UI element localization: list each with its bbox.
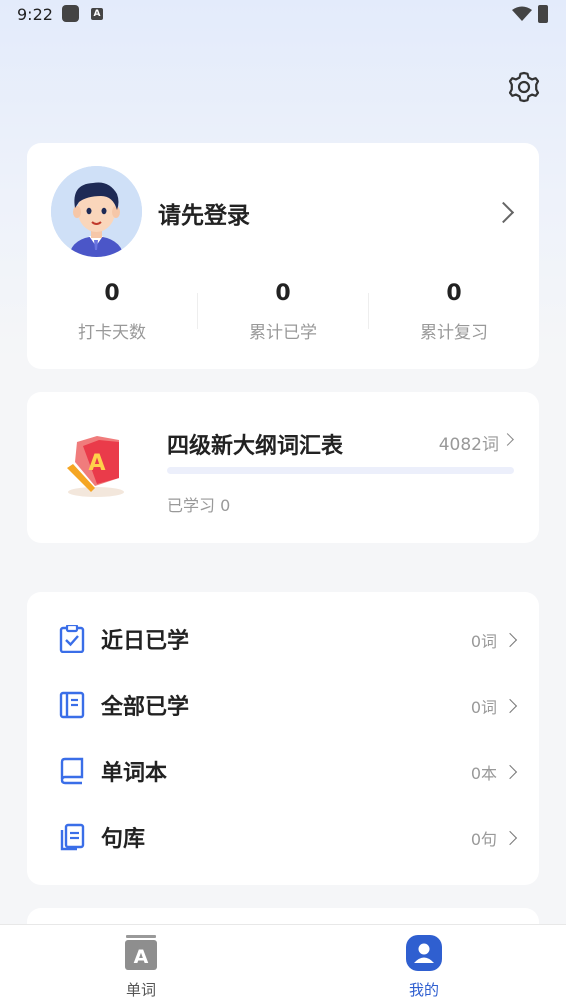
stat-total-review: 0 累计复习 <box>394 281 514 343</box>
stat-label: 累计复习 <box>420 323 488 343</box>
wordbook-title: 四级新大纲词汇表 <box>167 434 344 459</box>
chevron-right-icon[interactable] <box>492 201 515 224</box>
wordbook-word-count: 4082词 <box>438 435 499 455</box>
stat-value: 0 <box>104 281 120 306</box>
letter-a-card-icon: A <box>125 935 157 970</box>
chevron-right-icon <box>502 698 518 714</box>
user-icon <box>406 935 442 971</box>
stat-value: 0 <box>275 281 291 306</box>
wordbook-learned-count: 已学习 0 <box>167 496 231 515</box>
document-stack-icon <box>60 823 85 851</box>
divider <box>197 293 198 329</box>
stat-label: 累计已学 <box>249 323 317 343</box>
red-book-icon: A <box>67 436 124 497</box>
menu-card: 近日已学 0词 全部已学 0词 单词本 0本 句库 0句 <box>27 592 539 885</box>
svg-text:A: A <box>88 451 105 476</box>
settings-gear-icon[interactable] <box>507 70 541 104</box>
menu-item-count: 0词 <box>470 698 497 717</box>
menu-item-label: 近日已学 <box>101 629 190 654</box>
tab-mine[interactable]: 我的 <box>364 925 484 1007</box>
menu-item-count: 0本 <box>470 764 497 783</box>
menu-item-wordbook[interactable]: 单词本 0本 <box>27 739 539 805</box>
tab-label: 单词 <box>125 981 156 999</box>
avatar[interactable] <box>51 166 142 257</box>
wifi-icon <box>512 6 532 21</box>
chevron-right-icon <box>502 632 518 648</box>
wordbook-card[interactable]: A 四级新大纲词汇表 4082词 已学习 0 <box>27 392 539 543</box>
notebook-icon <box>59 691 85 719</box>
stat-value: 0 <box>446 281 462 306</box>
stat-label: 打卡天数 <box>78 323 146 343</box>
menu-item-label: 单词本 <box>101 761 168 786</box>
wordbook-progress-bar <box>167 467 514 474</box>
notification-app-icon <box>62 5 79 22</box>
tab-words[interactable]: A 单词 <box>81 925 201 1007</box>
tab-label: 我的 <box>408 981 439 999</box>
menu-item-label: 句库 <box>101 827 146 852</box>
status-time: 9:22 <box>17 5 53 24</box>
book-icon <box>60 757 84 785</box>
menu-item-label: 全部已学 <box>101 695 190 720</box>
menu-item-count: 0词 <box>470 632 497 651</box>
chevron-right-icon <box>502 830 518 846</box>
battery-icon <box>538 5 548 23</box>
menu-item-recently-learned[interactable]: 近日已学 0词 <box>27 607 539 673</box>
menu-item-count: 0句 <box>470 830 497 849</box>
menu-item-sentence-bank[interactable]: 句库 0句 <box>27 805 539 871</box>
stat-checkin-days: 0 打卡天数 <box>52 281 172 343</box>
bottom-tab-bar: A 单词 我的 <box>0 924 566 1007</box>
menu-item-all-learned[interactable]: 全部已学 0词 <box>27 673 539 739</box>
avatar-cartoon-icon <box>51 166 142 257</box>
svg-text:A: A <box>134 946 149 968</box>
divider <box>368 293 369 329</box>
status-bar: 9:22 A <box>0 0 566 30</box>
stat-total-learned: 0 累计已学 <box>223 281 343 343</box>
chevron-right-icon <box>502 764 518 780</box>
chevron-right-icon[interactable] <box>501 433 514 446</box>
profile-card: 请先登录 0 打卡天数 0 累计已学 0 累计复习 <box>27 143 539 369</box>
login-prompt[interactable]: 请先登录 <box>158 196 250 230</box>
notification-a-icon: A <box>91 8 103 20</box>
checklist-icon <box>59 625 85 653</box>
